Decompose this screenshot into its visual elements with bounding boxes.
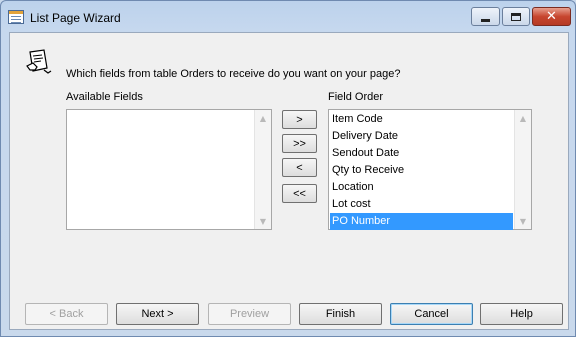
list-item[interactable]: Lot cost xyxy=(330,196,513,213)
field-order-list[interactable]: Item Code Delivery Date Sendout Date Qty to… xyxy=(328,109,532,230)
list-item[interactable]: Delivery Date xyxy=(330,128,513,145)
finish-button[interactable]: Finish xyxy=(299,303,382,325)
back-button[interactable]: < Back xyxy=(25,303,108,325)
available-fields-list[interactable]: ▲ ▼ xyxy=(66,109,272,230)
document-hand-icon xyxy=(26,49,52,74)
available-fields-label: Available Fields xyxy=(66,91,143,103)
maximize-button[interactable] xyxy=(502,7,530,26)
remove-all-fields-button[interactable]: << xyxy=(282,184,317,203)
scroll-up-icon[interactable]: ▲ xyxy=(515,110,531,126)
title-bar[interactable]: List Page Wizard ✕ xyxy=(1,1,575,33)
cancel-button[interactable]: Cancel xyxy=(390,303,473,325)
wizard-question: Which fields from table Orders to receiv… xyxy=(66,68,401,80)
list-item[interactable]: Sendout Date xyxy=(330,145,513,162)
scroll-down-icon[interactable]: ▼ xyxy=(515,213,531,229)
table-icon xyxy=(8,10,24,24)
scroll-up-icon[interactable]: ▲ xyxy=(255,110,271,126)
scroll-down-icon[interactable]: ▼ xyxy=(255,213,271,229)
list-item[interactable]: Qty to Receive xyxy=(330,162,513,179)
next-button[interactable]: Next > xyxy=(116,303,199,325)
add-all-fields-button[interactable]: >> xyxy=(282,134,317,153)
list-item[interactable]: Item Code xyxy=(330,111,513,128)
close-icon: ✕ xyxy=(546,9,557,24)
scrollbar[interactable]: ▲ ▼ xyxy=(254,110,271,229)
minimize-button[interactable] xyxy=(471,7,500,26)
minimize-icon xyxy=(481,18,490,22)
preview-button[interactable]: Preview xyxy=(208,303,291,325)
list-item[interactable]: Location xyxy=(330,179,513,196)
close-button[interactable]: ✕ xyxy=(532,7,571,26)
wizard-window: List Page Wizard ✕ Which fields from tab… xyxy=(0,0,576,337)
scrollbar[interactable]: ▲ ▼ xyxy=(514,110,531,229)
wizard-content: Which fields from table Orders to receiv… xyxy=(9,32,569,330)
add-field-button[interactable]: > xyxy=(282,110,317,129)
maximize-icon xyxy=(511,12,521,21)
list-item[interactable]: PO Number xyxy=(330,213,513,230)
field-order-label: Field Order xyxy=(328,91,384,103)
help-button[interactable]: Help xyxy=(480,303,563,325)
window-title: List Page Wizard xyxy=(30,11,121,25)
remove-field-button[interactable]: < xyxy=(282,158,317,177)
